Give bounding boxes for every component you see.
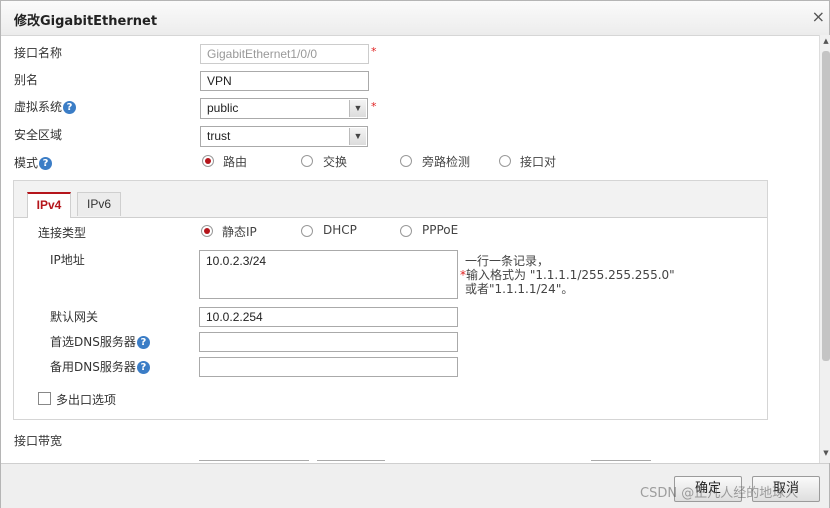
help-icon[interactable]: ? [136, 336, 150, 349]
dialog-title: 修改GigabitEthernet [14, 14, 158, 29]
help-icon[interactable]: ? [136, 361, 150, 374]
mode-radio-bypass[interactable] [400, 155, 412, 167]
dialog-titlebar: 修改GigabitEthernet × [1, 1, 829, 36]
vsys-select[interactable]: public ▼ [200, 98, 368, 119]
zone-select[interactable]: trust ▼ [200, 126, 368, 147]
conn-type-label: 连接类型 [38, 226, 87, 240]
interface-name-label: 接口名称 [14, 46, 63, 60]
dns2-input[interactable] [199, 357, 458, 377]
dns1-input[interactable] [199, 332, 458, 352]
bandwidth-label: 接口带宽 [14, 434, 63, 448]
mode-label-text: 模式 [14, 156, 39, 170]
dns1-label: 首选DNS服务器? [50, 333, 150, 350]
conn-option-pppoe: PPPoE [422, 223, 459, 237]
dns1-label-text: 首选DNS服务器 [50, 335, 136, 349]
ip-hint-line2: *输入格式为 "1.1.1.1/255.255.255.0" [460, 268, 675, 282]
conn-radio-dhcp[interactable] [301, 225, 313, 237]
ip-hint-line1: 一行一条记录， [465, 254, 550, 268]
vsys-label-text: 虚拟系统 [14, 100, 63, 114]
close-icon[interactable]: × [812, 7, 825, 26]
interface-name-field: GigabitEthernet1/0/0 [200, 44, 369, 64]
interface-name-required-mark: * [371, 45, 377, 58]
mode-option-route: 路由 [223, 155, 248, 169]
alias-label: 别名 [14, 73, 39, 87]
multi-exit-checkbox[interactable] [38, 392, 51, 405]
mode-radio-route[interactable] [202, 155, 214, 167]
dns2-label: 备用DNS服务器? [50, 358, 150, 375]
chevron-down-icon[interactable]: ▼ [349, 128, 366, 145]
scroll-up-icon[interactable]: ▲ [820, 37, 830, 45]
mode-option-pair: 接口对 [520, 155, 557, 169]
ip-config-panel: IPv4 IPv6 连接类型 静态IP DHCP PPPoE IP地址 10.0… [13, 180, 768, 420]
alias-input[interactable]: VPN [200, 71, 369, 91]
mode-radio-switch[interactable] [301, 155, 313, 167]
chevron-down-icon[interactable]: ▼ [349, 100, 366, 117]
mode-radio-pair[interactable] [499, 155, 511, 167]
mode-label: 模式? [14, 154, 53, 171]
conn-radio-static[interactable] [201, 225, 213, 237]
zone-select-value: trust [207, 129, 231, 143]
ip-tabs-bar: IPv4 IPv6 [14, 181, 767, 218]
conn-option-static: 静态IP [222, 225, 257, 239]
ip-address-label: IP地址 [50, 253, 85, 267]
zone-label: 安全区域 [14, 128, 63, 142]
watermark: CSDN @正凡人经的地球人 [640, 486, 799, 501]
mode-option-bypass: 旁路检测 [422, 155, 471, 169]
vsys-label: 虚拟系统? [14, 98, 77, 115]
scroll-down-icon[interactable]: ▼ [820, 449, 830, 457]
ip-address-textarea[interactable]: 10.0.2.3/24 [199, 250, 458, 299]
help-icon[interactable]: ? [63, 101, 77, 114]
ip-hint-line2-text: 输入格式为 "1.1.1.1/255.255.255.0" [466, 268, 675, 282]
vsys-select-value: public [207, 101, 239, 115]
edit-interface-dialog: 修改GigabitEthernet × 接口名称 GigabitEthernet… [0, 0, 830, 508]
ip-hint-line3: 或者"1.1.1.1/24"。 [465, 282, 574, 296]
scrollbar-thumb[interactable] [822, 51, 830, 361]
dns2-label-text: 备用DNS服务器 [50, 360, 136, 374]
gateway-label: 默认网关 [50, 310, 99, 324]
mode-option-switch: 交换 [323, 155, 348, 169]
multi-exit-label: 多出口选项 [56, 393, 117, 407]
gateway-input[interactable]: 10.0.2.254 [199, 307, 458, 327]
conn-option-dhcp: DHCP [323, 223, 357, 237]
vsys-required-mark: * [371, 100, 377, 113]
tab-ipv4[interactable]: IPv4 [27, 192, 71, 218]
conn-radio-pppoe[interactable] [400, 225, 412, 237]
help-icon[interactable]: ? [39, 157, 53, 170]
tab-ipv6[interactable]: IPv6 [77, 192, 121, 216]
scrollbar[interactable]: ▲ ▼ [819, 35, 830, 463]
